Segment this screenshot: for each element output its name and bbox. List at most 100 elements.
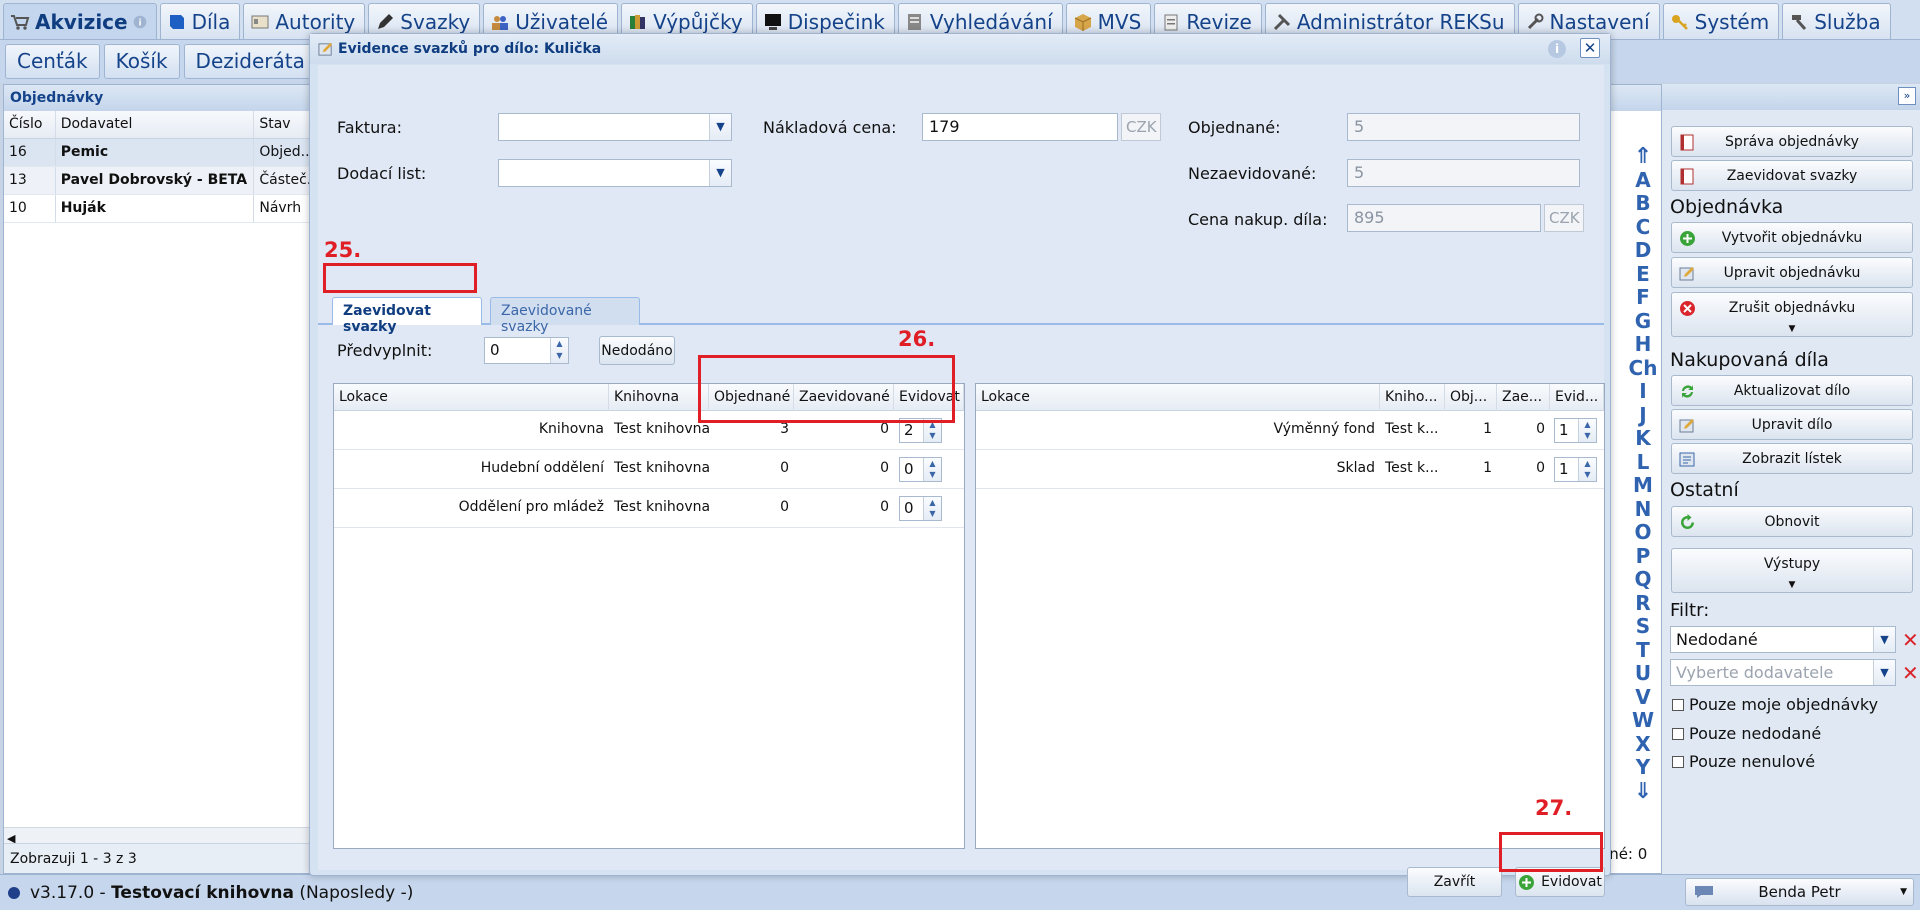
submenu-deziderata[interactable]: Dezideráta	[183, 43, 317, 79]
user-menu-button[interactable]: Benda Petr ▼	[1685, 878, 1914, 906]
table-row[interactable]: 13 Pavel Dobrovský - BETA ... Částeč...	[4, 167, 312, 195]
spin-up-icon[interactable]: ▲	[924, 497, 941, 508]
table-row[interactable]: Oddělení pro mládež Test knihovna 0 0 0 ▲…	[334, 489, 964, 528]
spin-up-icon[interactable]: ▲	[1579, 419, 1596, 430]
supplier-select[interactable]: Vyberte dodavatele ▼	[1670, 659, 1896, 686]
alpha-letter[interactable]: J	[1639, 403, 1646, 428]
spin-down-icon[interactable]: ▼	[924, 508, 941, 519]
nakladova-cena-input[interactable]: 179	[922, 113, 1118, 141]
nedodano-button[interactable]: Nedodáno	[599, 336, 675, 365]
col-cislo[interactable]: Číslo	[4, 111, 56, 138]
alpha-letter[interactable]: T	[1636, 638, 1650, 663]
spin-down-icon[interactable]: ▼	[1579, 430, 1596, 441]
alpha-letter[interactable]: I	[1639, 379, 1646, 404]
alpha-letter[interactable]: M	[1633, 473, 1653, 498]
menu-tab-akvizice[interactable]: Akvizice i	[3, 3, 157, 39]
submenu-kosik[interactable]: Košík	[103, 43, 180, 79]
alpha-letter[interactable]: F	[1636, 285, 1650, 310]
col-stav[interactable]: Stav	[254, 111, 312, 138]
alpha-letter[interactable]: C	[1636, 215, 1651, 240]
alpha-letter[interactable]: W	[1632, 708, 1654, 733]
info-icon[interactable]: i	[1548, 40, 1566, 58]
tab-zaevidovat-svazky[interactable]: Zaevidovat svazky	[332, 297, 482, 335]
aktualizovat-dilo-button[interactable]: Aktualizovat dílo	[1671, 375, 1913, 406]
menu-tab-system[interactable]: Systém	[1662, 3, 1780, 39]
obnovit-button[interactable]: Obnovit	[1671, 506, 1913, 537]
alpha-letter[interactable]: H	[1635, 332, 1652, 357]
alpha-letter[interactable]: R	[1635, 591, 1650, 616]
col-knihovna[interactable]: Knihovna	[609, 384, 709, 411]
horizontal-scrollbar[interactable]: ◀	[4, 827, 312, 845]
col-knihovna[interactable]: Kniho...	[1380, 384, 1445, 411]
alpha-letter[interactable]: V	[1635, 685, 1650, 710]
clear-filter-icon[interactable]: ✕	[1902, 630, 1919, 650]
alpha-letter[interactable]: G	[1635, 309, 1651, 334]
chevron-down-icon[interactable]: ▼	[1873, 627, 1895, 652]
checkbox-moje-objednavky[interactable]: Pouze moje objednávky	[1672, 695, 1878, 714]
scroll-bottom-icon[interactable]: ⇓	[1634, 779, 1652, 804]
checkbox-nedodane[interactable]: Pouze nedodané	[1672, 724, 1821, 743]
tab-zaevidovane-svazky[interactable]: Zaevidované svazky	[490, 297, 640, 335]
sprava-objednavky-button[interactable]: Správa objednávky	[1671, 126, 1913, 157]
spin-down-icon[interactable]: ▼	[1579, 469, 1596, 480]
spin-up-icon[interactable]: ▲	[924, 458, 941, 469]
predvyplnit-stepper[interactable]: 0 ▲ ▼	[484, 337, 569, 364]
table-row[interactable]: Výměnný fond Test k... 1 0 1 ▲ ▼	[976, 411, 1604, 450]
alpha-letter[interactable]: U	[1635, 661, 1651, 686]
alpha-letter[interactable]: A	[1635, 168, 1650, 193]
submenu-centak[interactable]: Cenťák	[5, 43, 100, 79]
table-row[interactable]: Hudební oddělení Test knihovna 0 0 0 ▲ ▼	[334, 450, 964, 489]
alpha-letter[interactable]: K	[1635, 426, 1651, 451]
menu-tab-dila[interactable]: Díla	[159, 3, 241, 39]
checkbox-nenulove[interactable]: Pouze nenulové	[1672, 752, 1815, 771]
evidovat-stepper[interactable]: 0 ▲ ▼	[899, 457, 942, 482]
alpha-letter[interactable]: Ch	[1629, 356, 1658, 381]
spin-up-icon[interactable]: ▲	[1579, 458, 1596, 469]
checkbox-box[interactable]	[1672, 698, 1684, 711]
alpha-letter[interactable]: Y	[1636, 755, 1650, 780]
upravit-objednavku-button[interactable]: Upravit objednávku	[1671, 257, 1913, 288]
scroll-top-icon[interactable]: ⇑	[1634, 145, 1652, 169]
evidovat-stepper[interactable]: 0 ▲ ▼	[899, 496, 942, 521]
faktura-select[interactable]: ▼	[498, 113, 732, 141]
alpha-letter[interactable]: S	[1636, 614, 1650, 639]
checkbox-box[interactable]	[1672, 755, 1684, 768]
clear-supplier-icon[interactable]: ✕	[1902, 663, 1919, 683]
col-zaevidovane[interactable]: Zae...	[1497, 384, 1550, 411]
vytvorit-objednavku-button[interactable]: Vytvořit objednávku	[1671, 222, 1913, 253]
dodaci-list-select[interactable]: ▼	[498, 159, 732, 187]
spin-down-icon[interactable]: ▼	[551, 350, 568, 362]
col-dodavatel[interactable]: Dodavatel	[56, 111, 255, 138]
col-lokace[interactable]: Lokace	[976, 384, 1380, 411]
alpha-letter[interactable]: L	[1637, 450, 1650, 475]
zavrit-button[interactable]: Zavřít	[1407, 867, 1502, 897]
checkbox-box[interactable]	[1672, 727, 1684, 740]
collapse-right-icon[interactable]: »	[1898, 87, 1916, 105]
table-row[interactable]: 10 Huják Návrh	[4, 195, 312, 223]
alpha-letter[interactable]: X	[1635, 732, 1650, 757]
upravit-dilo-button[interactable]: Upravit dílo	[1671, 409, 1913, 440]
alpha-letter[interactable]: P	[1636, 544, 1651, 569]
chevron-down-icon[interactable]: ▼	[709, 114, 731, 140]
spin-down-icon[interactable]: ▼	[924, 469, 941, 480]
spin-up-icon[interactable]: ▲	[551, 338, 568, 350]
alpha-letter[interactable]: Q	[1634, 567, 1651, 592]
spin-down-icon[interactable]: ▼	[924, 430, 941, 441]
table-row[interactable]: 16 Pemic Objed...	[4, 139, 312, 167]
chevron-down-icon[interactable]: ▼	[1873, 660, 1895, 685]
col-lokace[interactable]: Lokace	[334, 384, 609, 411]
filter-select[interactable]: Nedodané ▼	[1670, 626, 1896, 653]
alpha-letter[interactable]: B	[1635, 191, 1650, 216]
zrusit-objednavku-button[interactable]: Zrušit objednávku ▼	[1671, 292, 1913, 337]
col-evidovat[interactable]: Evid...	[1550, 384, 1604, 411]
alpha-letter[interactable]: O	[1634, 520, 1651, 545]
evidovat-stepper[interactable]: 1 ▲ ▼	[1554, 418, 1597, 443]
chevron-down-icon[interactable]: ▼	[709, 160, 731, 186]
alpha-letter[interactable]: N	[1635, 497, 1652, 522]
alpha-letter[interactable]: E	[1636, 262, 1650, 287]
zaevidovat-svazky-button[interactable]: Zaevidovat svazky	[1671, 160, 1913, 191]
evidovat-stepper[interactable]: 1 ▲ ▼	[1554, 457, 1597, 482]
close-icon[interactable]: ✕	[1580, 38, 1600, 58]
zobrazit-listek-button[interactable]: Zobrazit lístek	[1671, 443, 1913, 474]
col-objednane[interactable]: Obj...	[1445, 384, 1497, 411]
